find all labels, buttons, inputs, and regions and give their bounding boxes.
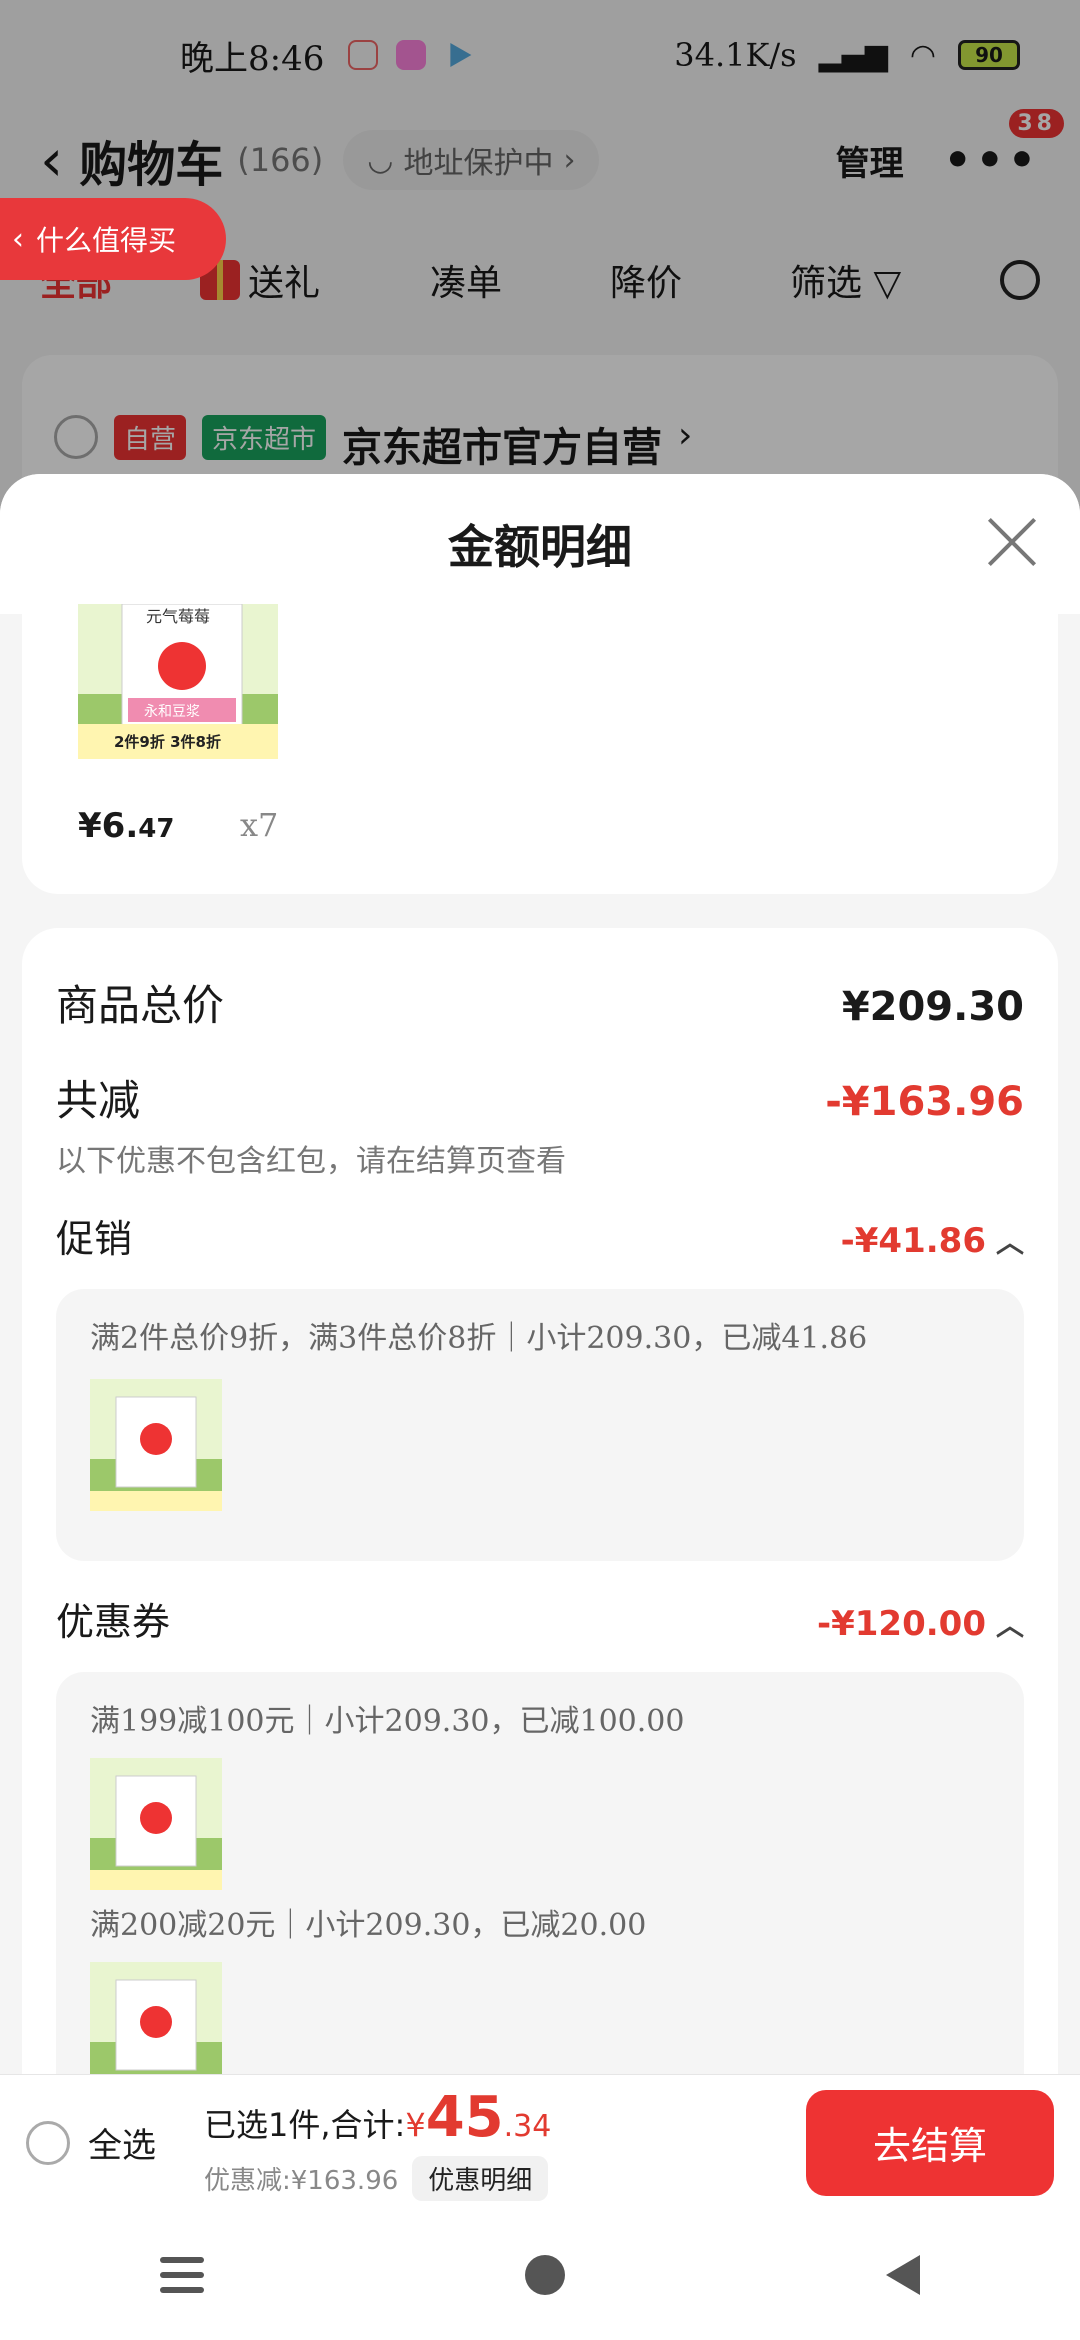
zhide-label: 什么值得买 <box>36 224 177 257</box>
product-quantity: x7 <box>240 806 279 844</box>
sheet-title: 金额明细 <box>448 520 632 574</box>
checkout-button[interactable]: 去结算 <box>806 2089 1054 2196</box>
thumb-label: 永和豆浆 <box>144 704 200 720</box>
sum-line: 已选1件,合计: ¥ 45 .34 <box>204 2085 551 2150</box>
sum-block: 已选1件,合计: ¥ 45 .34 优惠减:¥163.96 优惠明细 <box>204 2085 551 2201</box>
close-icon[interactable] <box>984 514 1040 570</box>
product-card: 元气莓莓 永和豆浆 2件9折 3件8折 ¥6.47 x7 <box>22 604 1058 894</box>
discount-detail-button[interactable]: 优惠明细 <box>412 2155 549 2201</box>
sum-decimal: .34 <box>503 2108 552 2144</box>
product-thumbnail[interactable]: 元气莓莓 永和豆浆 2件9折 3件8折 <box>78 604 278 759</box>
promo-amount: -¥41.86 ︿ <box>841 1221 1024 1261</box>
coupon-value: -¥120.00 <box>817 1604 986 1644</box>
thumb-promo: 2件9折 3件8折 <box>114 733 221 751</box>
coupon-detail: 满199减100元｜小计209.30，已减100.00 满200减20元｜小计2… <box>56 1672 1024 2074</box>
sum-symbol: ¥ <box>405 2105 426 2144</box>
total-value: ¥209.30 <box>841 984 1024 1030</box>
promo-label: 促销 <box>56 1217 133 1261</box>
system-nav-bar <box>0 2210 1080 2340</box>
discount-line: 优惠减:¥163.96 优惠明细 <box>204 2155 551 2201</box>
promo-row[interactable]: 促销 -¥41.86 ︿ <box>56 1208 1024 1263</box>
chevron-left-icon: ‹ <box>12 221 24 257</box>
chevron-up-icon: ︿ <box>995 1609 1024 1642</box>
sheet-header: 金额明细 <box>0 474 1080 614</box>
coupon-row[interactable]: 优惠券 -¥120.00 ︿ <box>56 1591 1024 1646</box>
promo-line: 满2件总价9折，满3件总价8折｜小计209.30，已减41.86 <box>90 1321 868 1356</box>
discount-amount: 优惠减:¥163.96 <box>204 2165 399 2196</box>
total-row: 商品总价 ¥209.30 <box>56 972 1024 1033</box>
coupon-line-2: 满200减20元｜小计209.30，已减20.00 <box>90 1908 647 1943</box>
price-decimal: 47 <box>138 814 175 844</box>
select-all-radio[interactable] <box>26 2120 70 2165</box>
back-triangle-icon[interactable] <box>885 2255 920 2295</box>
select-all-label[interactable]: 全选 <box>88 2118 156 2167</box>
promo-value: -¥41.86 <box>840 1221 986 1261</box>
home-icon[interactable] <box>524 2255 565 2295</box>
reduce-row: 共减 -¥163.96 <box>56 1067 1024 1128</box>
amount-detail-card: 商品总价 ¥209.30 共减 -¥163.96 以下优惠不包含红包，请在结算页… <box>22 928 1058 2074</box>
selected-label: 已选1件,合计: <box>204 2105 406 2144</box>
coupon-label: 优惠券 <box>56 1600 171 1644</box>
zhide-back-tag[interactable]: ‹ 什么值得买 <box>0 198 226 280</box>
product-price: ¥6.47 <box>78 806 174 846</box>
sum-integer: 45 <box>425 2084 504 2150</box>
menu-icon[interactable] <box>160 2257 205 2293</box>
thumb-title: 元气莓莓 <box>146 607 210 626</box>
reduce-hint: 以下优惠不包含红包，请在结算页查看 <box>56 1144 566 1179</box>
price-main: ¥6. <box>78 806 139 846</box>
coupon-product-thumbnail-1 <box>90 1758 222 1890</box>
chevron-up-icon: ︿ <box>995 1226 1024 1259</box>
promo-product-thumbnail <box>90 1379 222 1511</box>
reduce-value: -¥163.96 <box>825 1079 1024 1125</box>
checkout-bar: 全选 已选1件,合计: ¥ 45 .34 优惠减:¥163.96 优惠明细 去结… <box>0 2074 1080 2210</box>
total-label: 商品总价 <box>56 981 225 1030</box>
amount-detail-sheet: 金额明细 元气莓莓 永和豆浆 2件9折 3件8折 ¥6.47 x7 商品总价 ¥… <box>0 474 1080 2074</box>
promo-detail: 满2件总价9折，满3件总价8折｜小计209.30，已减41.86 <box>56 1289 1024 1561</box>
coupon-amount: -¥120.00 ︿ <box>817 1604 1024 1644</box>
reduce-label: 共减 <box>56 1076 141 1125</box>
coupon-product-thumbnail-2 <box>90 1962 222 2074</box>
coupon-line-1: 满199减100元｜小计209.30，已减100.00 <box>90 1704 685 1739</box>
